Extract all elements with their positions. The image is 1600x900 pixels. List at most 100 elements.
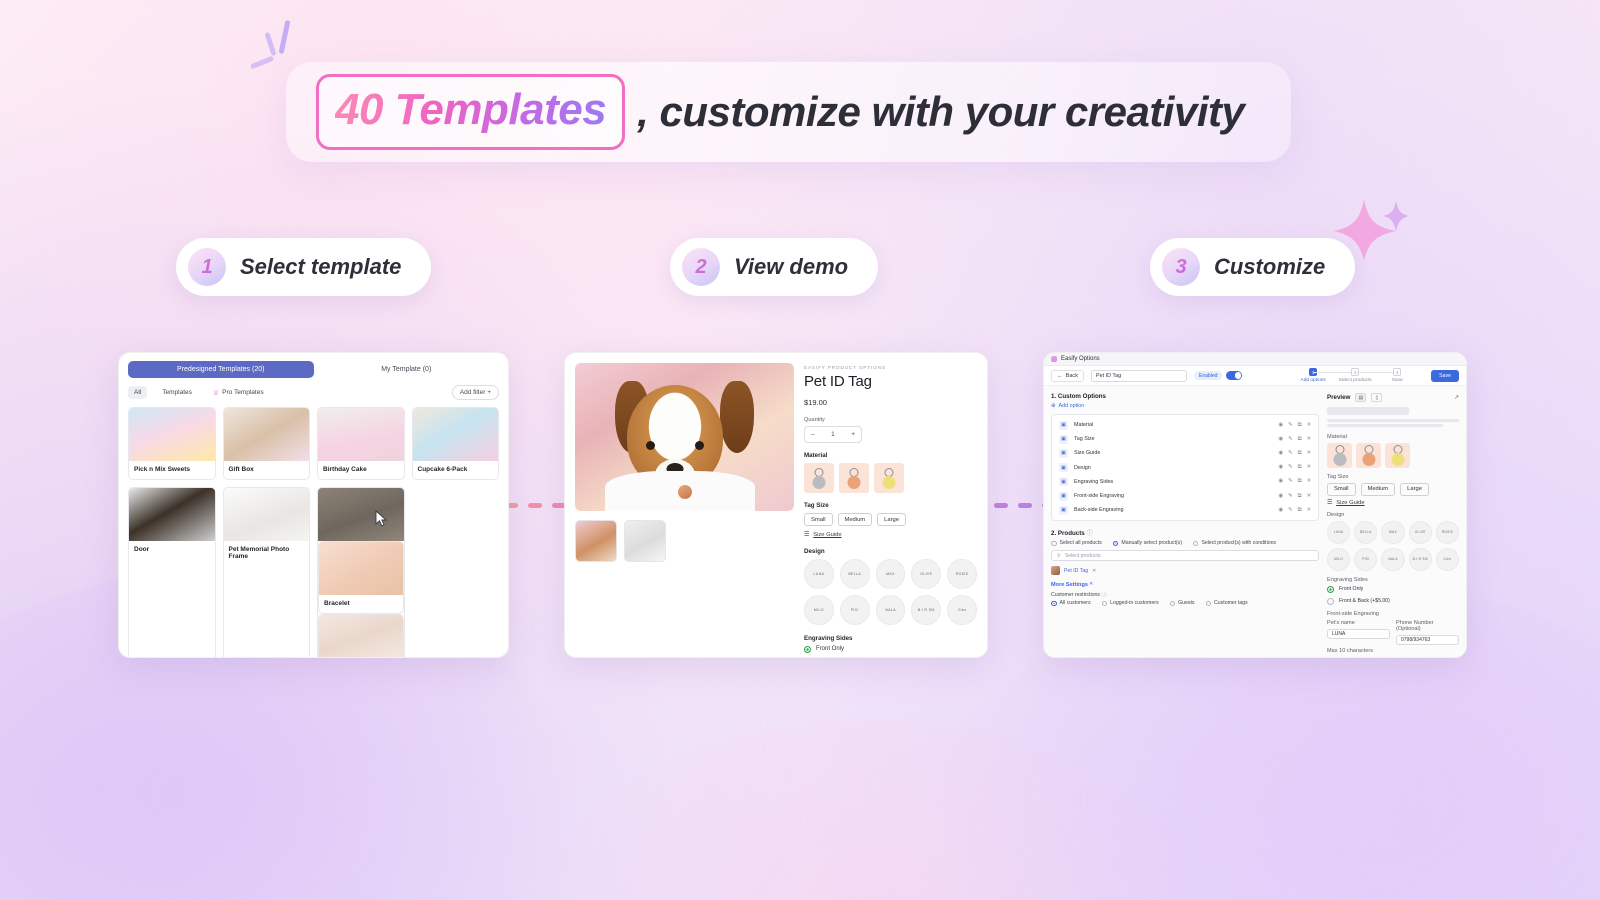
copy-icon[interactable]: ⧉ <box>1298 493 1302 500</box>
enabled-toggle-group[interactable]: Enabled <box>1194 371 1243 380</box>
step-3[interactable]: 3 Customize <box>1150 238 1356 296</box>
template-card[interactable]: View Demo Use Template Pet ID Tag Bracel… <box>317 487 405 657</box>
design-option[interactable]: NALA <box>875 594 906 625</box>
option-row[interactable]: ▣ Size Guide ◉ ✎ ⧉ ✕ <box>1052 446 1318 460</box>
wizard-step[interactable]: 2 Select products <box>1334 368 1398 383</box>
preview-engraving-front-back[interactable]: Front & Back (+$5.00) <box>1327 597 1459 605</box>
option-row[interactable]: ▣ Material ◉ ✎ ⧉ ✕ <box>1052 418 1318 432</box>
preview-mobile-icon[interactable]: ▯ <box>1371 393 1383 402</box>
preview-material-swatch[interactable] <box>1385 442 1410 468</box>
pencil-icon[interactable]: ✎ <box>1288 422 1293 429</box>
quantity-stepper[interactable]: – 1 + <box>804 426 862 443</box>
close-icon[interactable]: ✕ <box>1306 493 1311 500</box>
product-selection-radio[interactable]: Manually select product(s) <box>1112 540 1182 546</box>
preview-design-option[interactable]: BELLA <box>1354 520 1378 544</box>
close-icon[interactable]: ✕ <box>1306 422 1311 429</box>
tab-my-template[interactable]: My Template (0) <box>314 361 500 378</box>
option-set-name-input[interactable]: Pet ID Tag <box>1091 369 1188 382</box>
step-1[interactable]: 1 Select template <box>176 238 432 296</box>
add-filter-button[interactable]: Add filter + <box>451 385 499 400</box>
preview-material-swatch[interactable] <box>1327 442 1352 468</box>
copy-icon[interactable]: ⧉ <box>1298 507 1302 514</box>
size-guide-link[interactable]: ☰ Size Guide <box>804 532 977 538</box>
tag-size-option[interactable]: Small <box>804 513 833 526</box>
eye-icon[interactable]: ◉ <box>1278 436 1283 443</box>
pencil-icon[interactable]: ✎ <box>1288 450 1293 457</box>
design-option[interactable]: LUNA <box>804 559 834 589</box>
gallery-thumb-1[interactable] <box>575 520 617 562</box>
eye-icon[interactable]: ◉ <box>1278 478 1283 485</box>
preview-material-swatch[interactable] <box>1356 442 1381 468</box>
wizard-step[interactable]: 1 Add options <box>1292 368 1356 383</box>
preview-design-option[interactable]: NALA <box>1381 547 1405 571</box>
preview-phone-input[interactable]: 0798/934763 <box>1396 634 1459 645</box>
selected-product-chip[interactable]: Pet ID Tag ✕ <box>1051 566 1319 576</box>
preview-tag-size-option[interactable]: Large <box>1400 482 1429 496</box>
tag-size-option[interactable]: Large <box>877 513 906 526</box>
customer-restriction-radio[interactable]: Guests <box>1169 600 1195 606</box>
material-swatch[interactable] <box>874 463 904 493</box>
eye-icon[interactable]: ◉ <box>1278 507 1283 514</box>
preview-design-option[interactable]: LUNA <box>1327 520 1351 544</box>
eye-icon[interactable]: ◉ <box>1278 493 1283 500</box>
template-card[interactable]: Bedding Set <box>318 614 404 657</box>
gallery-thumb-2[interactable] <box>624 520 666 562</box>
copy-icon[interactable]: ⧉ <box>1298 436 1302 443</box>
design-option[interactable]: Cleo <box>947 594 977 625</box>
engraving-option-front-only[interactable]: Front Only <box>804 645 977 653</box>
preview-design-option[interactable]: Cleo <box>1435 547 1460 571</box>
quantity-decrease-button[interactable]: – <box>811 431 815 438</box>
product-selection-radio[interactable]: Select product(s) with conditions <box>1192 540 1276 546</box>
template-card[interactable]: Pick n Mix Sweets <box>128 407 216 480</box>
pencil-icon[interactable]: ✎ <box>1288 493 1293 500</box>
open-external-icon[interactable]: ↗ <box>1454 394 1459 401</box>
copy-icon[interactable]: ⧉ <box>1298 464 1302 471</box>
preview-design-option[interactable]: MAX <box>1381 520 1405 544</box>
material-swatch[interactable] <box>839 463 869 493</box>
template-card[interactable]: Gift Box <box>222 407 310 480</box>
eye-icon[interactable]: ◉ <box>1278 450 1283 457</box>
template-card[interactable]: Door <box>128 487 216 657</box>
close-icon[interactable]: ✕ <box>1306 464 1311 471</box>
design-option[interactable]: MILO <box>804 594 834 625</box>
customer-restriction-radio[interactable]: Logged-in customers <box>1101 600 1159 606</box>
customer-restriction-radio[interactable]: Customer tags <box>1205 600 1248 606</box>
option-row[interactable]: ▣ Engraving Sides ◉ ✎ ⧉ ✕ <box>1052 475 1318 489</box>
pencil-icon[interactable]: ✎ <box>1288 436 1293 443</box>
option-row[interactable]: ▣ Back-side Engraving ◉ ✎ ⧉ ✕ <box>1052 503 1318 517</box>
filter-all[interactable]: All <box>128 386 148 399</box>
template-card[interactable]: Birthday Cake <box>317 407 405 480</box>
copy-icon[interactable]: ⧉ <box>1298 478 1302 485</box>
product-search-input[interactable]: ⚲ Select products <box>1051 550 1319 562</box>
pencil-icon[interactable]: ✎ <box>1288 464 1293 471</box>
design-option[interactable]: OLIVE <box>911 559 942 589</box>
design-option[interactable]: MAX <box>875 559 906 589</box>
preview-design-option[interactable]: B.I.R SM <box>1408 547 1432 571</box>
enabled-toggle[interactable] <box>1226 371 1243 380</box>
preview-design-option[interactable]: MILO <box>1327 547 1351 571</box>
pencil-icon[interactable]: ✎ <box>1288 507 1293 514</box>
remove-product-icon[interactable]: ✕ <box>1092 568 1096 574</box>
design-option[interactable]: PIXI <box>839 594 870 625</box>
tab-predesigned-templates[interactable]: Predesigned Templates (20) <box>128 361 314 378</box>
preview-desktop-icon[interactable]: ▤ <box>1355 393 1367 402</box>
template-card[interactable]: Cupcake 6-Pack <box>411 407 499 480</box>
preview-size-guide-link[interactable]: ☰ Size Guide <box>1327 500 1459 506</box>
preview-design-option[interactable]: OLIVE <box>1408 520 1432 544</box>
preview-design-option[interactable]: PIXI <box>1354 547 1378 571</box>
material-swatch[interactable] <box>804 463 834 493</box>
filter-templates[interactable]: Templates <box>156 386 198 399</box>
design-option[interactable]: BELLA <box>839 559 870 589</box>
preview-design-option[interactable]: ROSIE <box>1435 520 1460 544</box>
quantity-increase-button[interactable]: + <box>851 431 855 438</box>
customer-restriction-radio[interactable]: All customers <box>1051 600 1091 606</box>
tag-size-option[interactable]: Medium <box>837 513 873 526</box>
wizard-step[interactable]: 3 Save <box>1376 368 1418 383</box>
template-card[interactable]: Bracelet <box>318 541 404 614</box>
template-card[interactable]: Pet Memorial Photo Frame <box>222 487 310 657</box>
design-option[interactable]: B.I.R SM <box>911 594 942 625</box>
add-option-button[interactable]: ⊕ Add option <box>1051 403 1319 409</box>
design-option[interactable]: ROSIE <box>947 559 977 589</box>
eye-icon[interactable]: ◉ <box>1278 464 1283 471</box>
close-icon[interactable]: ✕ <box>1306 436 1311 443</box>
